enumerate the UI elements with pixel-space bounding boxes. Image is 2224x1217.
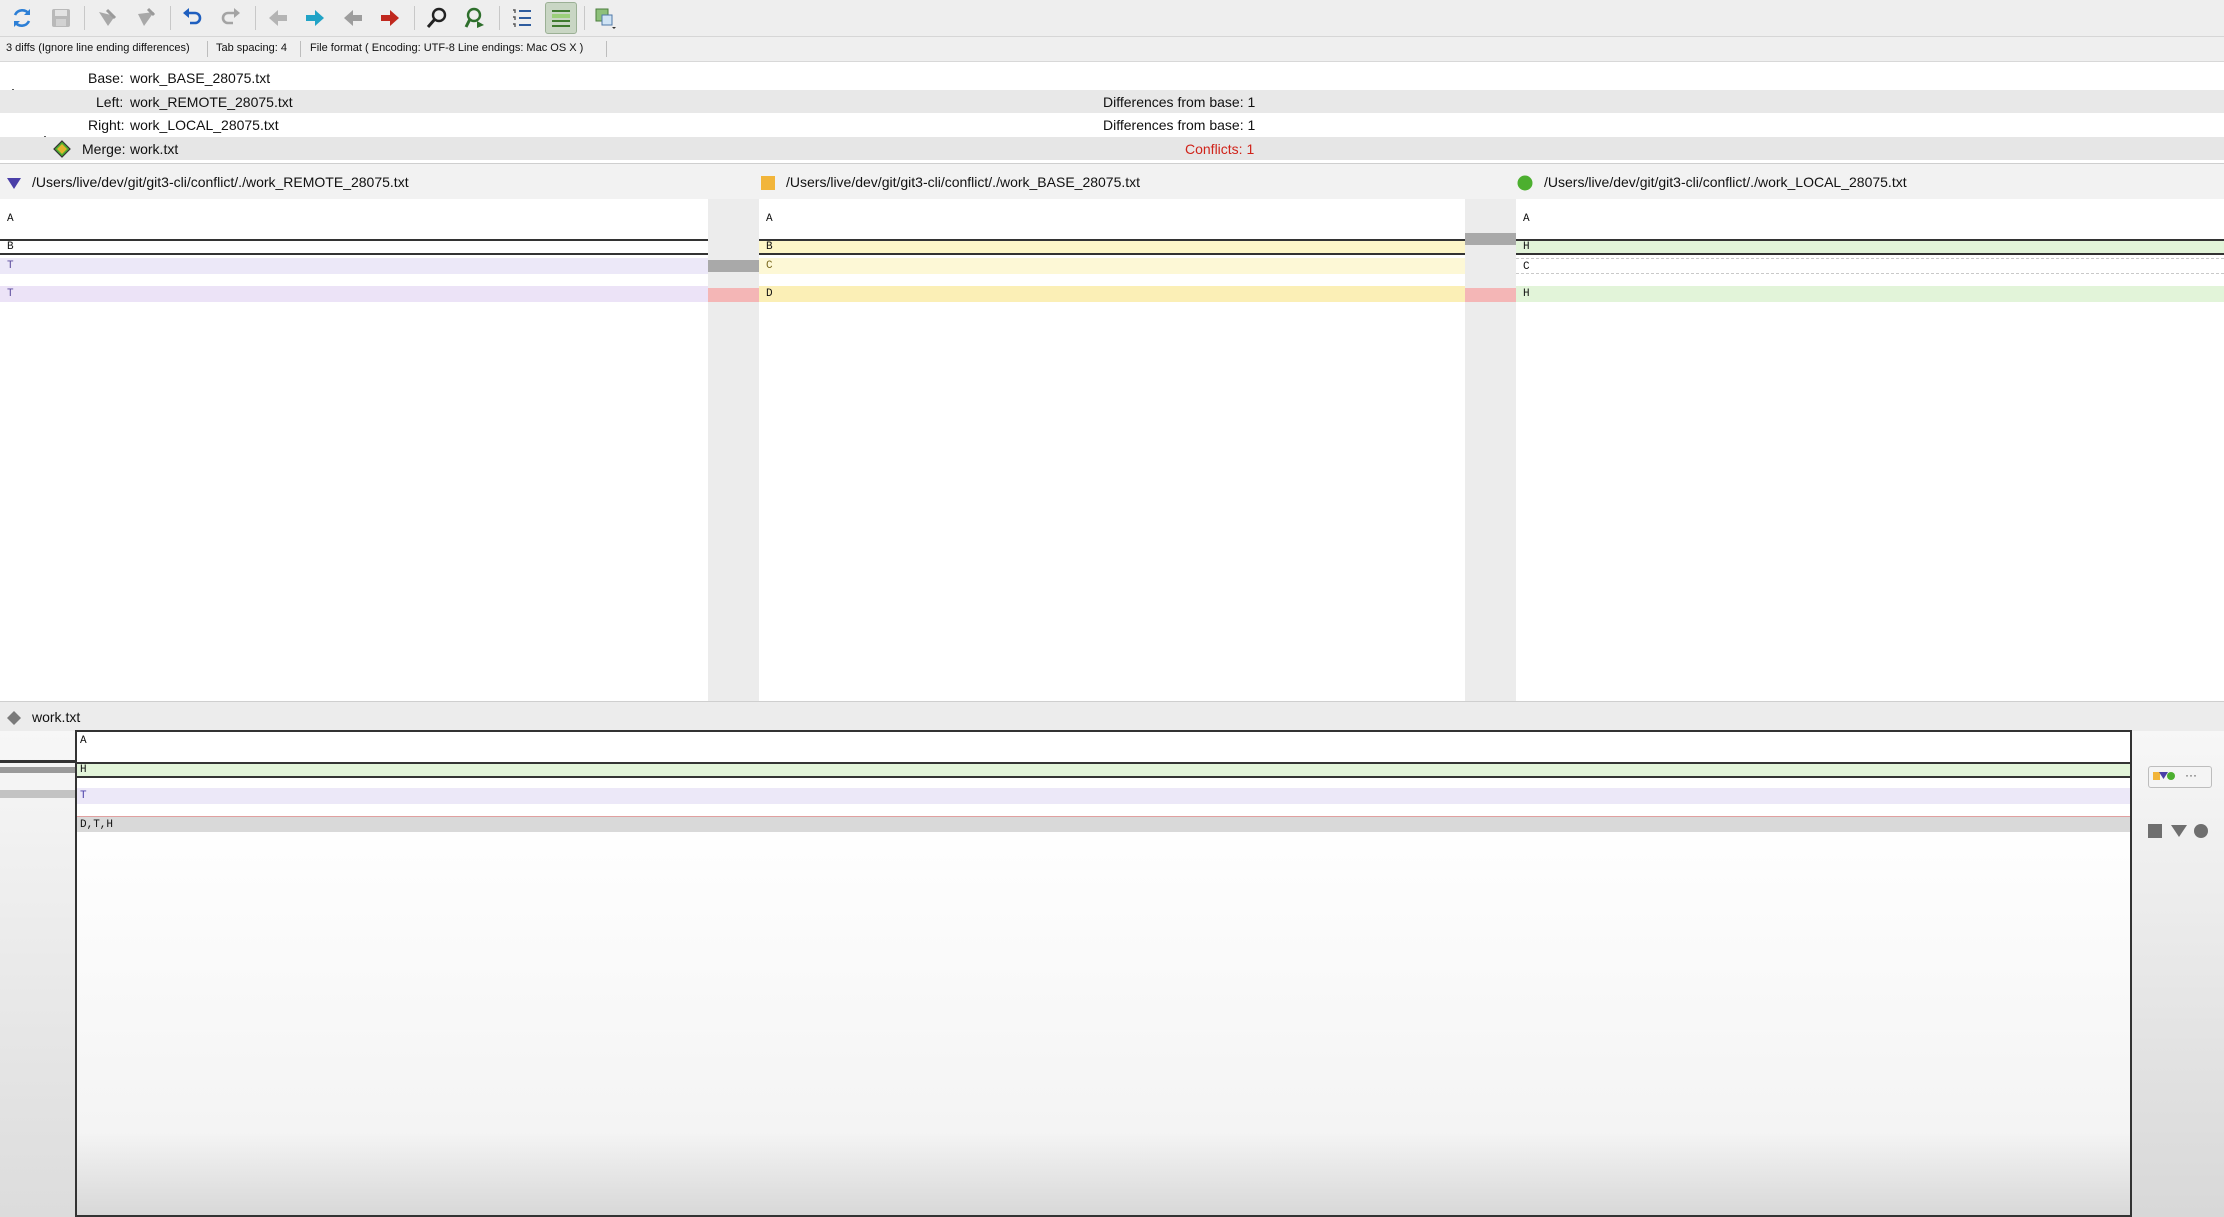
right-label: Right: <box>88 117 125 133</box>
prev-conflict-icon[interactable] <box>338 3 368 33</box>
remote-path: /Users/live/dev/git/git3-cli/conflict/./… <box>32 174 409 190</box>
mark-resolved-icon[interactable] <box>92 3 122 33</box>
remote-marker-icon <box>7 178 21 189</box>
save-icon[interactable] <box>46 3 76 33</box>
merge-line[interactable]: T <box>77 788 2130 804</box>
local-pane[interactable]: A H C H <box>1516 199 2224 701</box>
left-file-name: work_REMOTE_28075.txt <box>130 94 293 110</box>
merge-diamond-icon <box>53 140 71 158</box>
find-next-icon[interactable] <box>460 3 490 33</box>
merge-label: Merge: <box>82 141 126 157</box>
right-file-name: work_LOCAL_28075.txt <box>130 117 279 133</box>
base-label: Base: <box>88 70 124 86</box>
line-numbers-icon[interactable] <box>507 3 537 33</box>
mark-unresolved-icon[interactable] <box>131 3 161 33</box>
remote-line[interactable]: T <box>0 258 708 274</box>
remote-base-gutter <box>708 199 759 701</box>
merge-line[interactable]: A <box>77 733 2130 749</box>
next-diff-icon[interactable] <box>300 3 330 33</box>
diff-count: 3 diffs (Ignore line ending differences) <box>6 42 190 54</box>
left-label: Left: <box>96 94 124 110</box>
left-row: Left: work_REMOTE_28075.txt Differences … <box>0 90 2224 113</box>
local-line[interactable]: H <box>1516 286 2224 302</box>
prev-diff-icon[interactable] <box>263 3 293 33</box>
base-line[interactable]: B <box>759 239 1465 255</box>
merge-file-diamond-icon <box>7 711 21 725</box>
tab-spacing[interactable]: Tab spacing: 4 <box>216 42 287 54</box>
base-marker-icon <box>761 176 775 190</box>
merge-line[interactable]: D,T,H <box>77 816 2130 832</box>
base-line[interactable]: D <box>759 286 1465 302</box>
find-icon[interactable] <box>422 3 452 33</box>
refresh-icon[interactable] <box>7 3 37 33</box>
base-row: Base: work_BASE_28075.txt <box>0 66 2224 89</box>
merge-header: work.txt <box>0 701 2224 732</box>
right-diff-count: Differences from base: 1 <box>1103 117 1256 133</box>
take-base-icon[interactable] <box>2148 824 2162 838</box>
base-path: /Users/live/dev/git/git3-cli/conflict/./… <box>786 174 1141 190</box>
remote-line[interactable]: B <box>0 239 708 255</box>
right-row: Right: work_LOCAL_28075.txt Differences … <box>0 113 2224 136</box>
remote-pane[interactable]: A B T T <box>0 199 708 701</box>
merge-file-name: work.txt <box>130 141 179 157</box>
merge-mode-icon[interactable] <box>590 3 620 33</box>
toolbar <box>0 0 2224 37</box>
base-file-name: work_BASE_28075.txt <box>130 70 271 86</box>
base-local-gutter <box>1465 199 1516 701</box>
merge-right-panel: ··· <box>2132 731 2224 1217</box>
merge-line[interactable]: H <box>77 762 2130 778</box>
more-options-icon: ··· <box>2185 768 2197 782</box>
local-line[interactable]: A <box>1516 211 2224 227</box>
remote-line[interactable]: A <box>0 211 708 227</box>
merge-file-title: work.txt <box>32 709 81 725</box>
merge-row: Merge: work.txt Conflicts: 1 <box>0 137 2224 160</box>
left-diff-count: Differences from base: 1 <box>1103 94 1256 110</box>
resolve-choice-icon <box>2153 772 2175 780</box>
merge-left-gutter <box>0 731 76 1217</box>
redo-icon[interactable] <box>216 3 246 33</box>
take-local-icon[interactable] <box>2194 824 2208 838</box>
next-conflict-icon[interactable] <box>375 3 405 33</box>
local-marker-icon <box>1517 175 1533 191</box>
take-remote-icon[interactable] <box>2171 824 2187 838</box>
file-format[interactable]: File format ( Encoding: UTF-8 Line endin… <box>310 42 583 54</box>
local-line[interactable]: H <box>1516 239 2224 255</box>
conflict-count: Conflicts: 1 <box>1185 141 1255 157</box>
merge-editor[interactable]: A H T D,T,H <box>75 730 2132 1217</box>
remote-line[interactable]: T <box>0 286 708 302</box>
undo-icon[interactable] <box>177 3 207 33</box>
status-bar: 3 diffs (Ignore line ending differences)… <box>0 37 2224 62</box>
base-line[interactable]: A <box>759 211 1465 227</box>
base-line[interactable]: C <box>759 258 1465 274</box>
base-pane[interactable]: A B C D <box>759 199 1465 701</box>
show-diff-icon[interactable] <box>545 2 577 34</box>
local-line[interactable]: C <box>1516 258 2224 274</box>
resolve-choice-button[interactable]: ··· <box>2148 766 2212 788</box>
local-path: /Users/live/dev/git/git3-cli/conflict/./… <box>1544 174 1907 190</box>
pane-header-bar: /Users/live/dev/git/git3-cli/conflict/./… <box>0 163 2224 201</box>
